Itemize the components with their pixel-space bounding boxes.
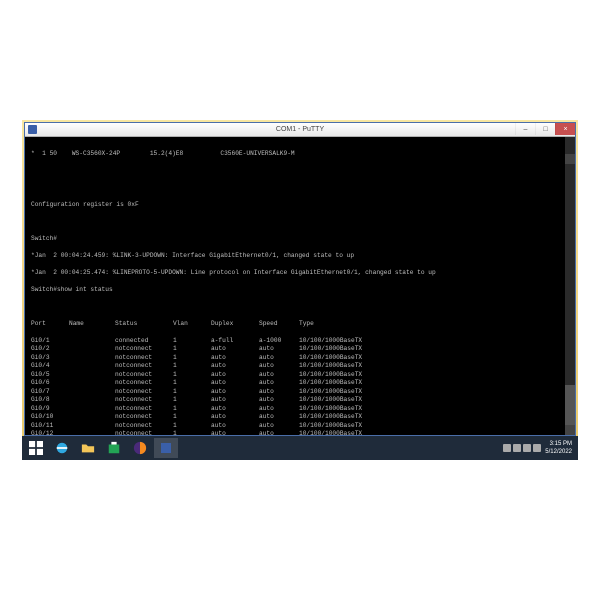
tray-network-icon[interactable] [523,444,531,452]
table-row: Gi0/2notconnect1autoauto10/100/1000BaseT… [31,345,569,354]
table-row: Gi0/12notconnect1autoauto10/100/1000Base… [31,430,569,435]
scroll-up-icon[interactable] [565,154,575,164]
table-row: Gi0/11notconnect1autoauto10/100/1000Base… [31,422,569,431]
system-tray[interactable]: 3:15 PM 5/12/2022 [503,440,576,456]
clock[interactable]: 3:15 PM 5/12/2022 [545,440,572,456]
scroll-thumb[interactable] [565,385,575,425]
tray-flag-icon[interactable] [513,444,521,452]
term-cmd: Switch#show int status [31,286,569,295]
term-blank [31,184,569,193]
term-log: *Jan 2 00:04:25.474: %LINEPROTO-5-UPDOWN… [31,269,569,278]
term-line: * 1 50 WS-C3560X-24P 15.2(4)E8 C3560E-UN… [31,150,569,159]
table-row: Gi0/9notconnect1autoauto10/100/1000BaseT… [31,405,569,414]
folder-icon [81,441,95,455]
scroll-down-icon[interactable] [565,425,575,435]
term-blank [31,167,569,176]
table-header: PortNameStatusVlanDuplexSpeedType [31,320,569,329]
table-row: Gi0/6notconnect1autoauto10/100/1000BaseT… [31,379,569,388]
maximize-button[interactable]: □ [535,123,555,135]
tray-volume-icon[interactable] [533,444,541,452]
ie-button[interactable] [50,438,74,458]
explorer-button[interactable] [76,438,100,458]
term-prompt: Switch# [31,235,569,244]
firefox-icon [133,441,147,455]
store-icon [107,441,121,455]
minimize-button[interactable]: – [515,123,535,135]
windows-icon [29,441,43,455]
table-row: Gi0/3notconnect1autoauto10/100/1000BaseT… [31,354,569,363]
scrollbar[interactable] [565,137,575,435]
term-blank [31,218,569,227]
desktop: COM1 - PuTTY – □ × * 1 50 WS-C3560X-24P … [22,120,578,460]
table-row: Gi0/7notconnect1autoauto10/100/1000BaseT… [31,388,569,397]
putty-task-icon [161,443,171,453]
terminal[interactable]: * 1 50 WS-C3560X-24P 15.2(4)E8 C3560E-UN… [25,137,575,435]
store-button[interactable] [102,438,126,458]
tray-icons[interactable] [503,444,541,452]
ie-icon [55,441,69,455]
putty-icon [28,125,37,134]
putty-task-button[interactable] [154,438,178,458]
window-title: COM1 - PuTTY [276,126,324,133]
table-row: Gi0/5notconnect1autoauto10/100/1000BaseT… [31,371,569,380]
putty-window: COM1 - PuTTY – □ × * 1 50 WS-C3560X-24P … [24,122,576,436]
table-row: Gi0/4notconnect1autoauto10/100/1000BaseT… [31,362,569,371]
clock-date: 5/12/2022 [545,448,572,456]
titlebar[interactable]: COM1 - PuTTY – □ × [25,123,575,137]
tray-chevron-icon[interactable] [503,444,511,452]
term-line: Configuration register is 0xF [31,201,569,210]
start-button[interactable] [24,438,48,458]
close-button[interactable]: × [555,123,575,135]
table-row: Gi0/8notconnect1autoauto10/100/1000BaseT… [31,396,569,405]
term-log: *Jan 2 00:04:24.459: %LINK-3-UPDOWN: Int… [31,252,569,261]
firefox-button[interactable] [128,438,152,458]
table-row: Gi0/1connected1a-fulla-100010/100/1000Ba… [31,337,569,346]
taskbar[interactable]: 3:15 PM 5/12/2022 [22,436,578,460]
clock-time: 3:15 PM [545,440,572,448]
term-blank [31,303,569,312]
table-row: Gi0/10notconnect1autoauto10/100/1000Base… [31,413,569,422]
